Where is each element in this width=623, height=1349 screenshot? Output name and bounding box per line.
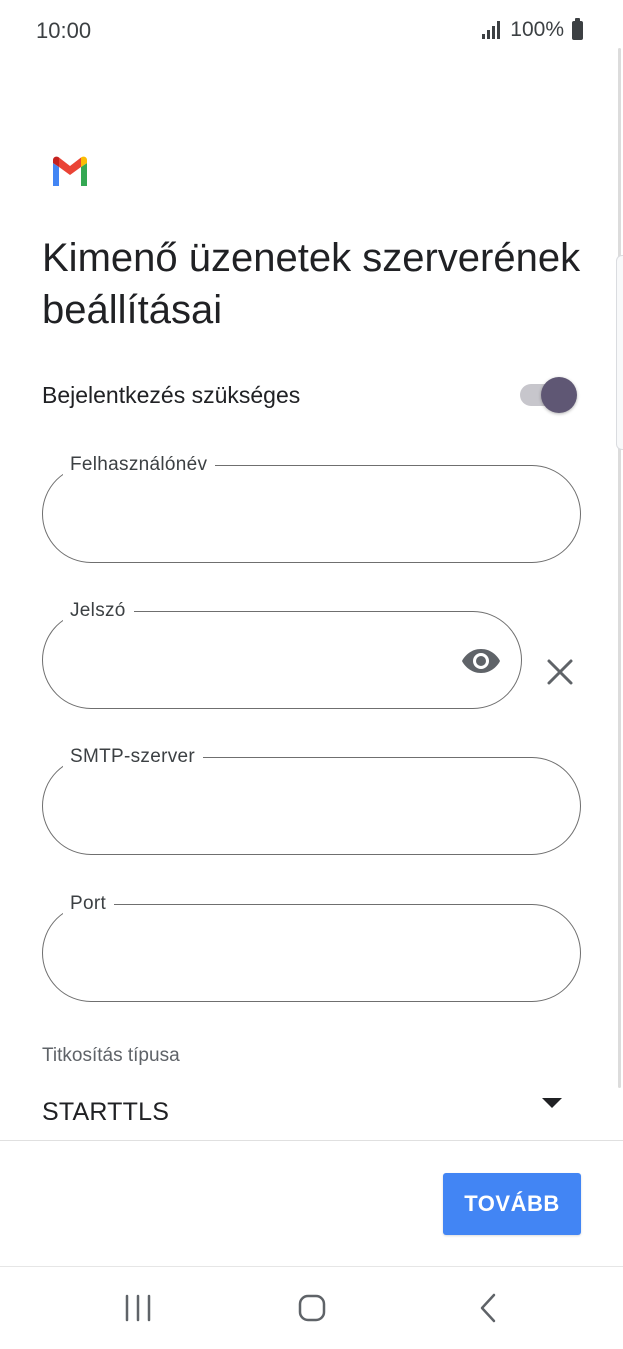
login-required-row: Bejelentkezés szükséges xyxy=(42,372,582,416)
password-label: Jelszó xyxy=(63,600,134,622)
page-title: Kimenő üzenetek szerverének beállításai xyxy=(42,236,581,332)
scrollbar-track xyxy=(618,48,621,1088)
smtp-server-input[interactable] xyxy=(71,786,447,826)
username-field[interactable]: Felhasználónév xyxy=(42,454,581,563)
port-label: Port xyxy=(63,893,115,915)
back-icon[interactable] xyxy=(458,1287,518,1329)
smtp-server-field[interactable]: SMTP-szerver xyxy=(42,746,581,855)
encryption-type-value: STARTTLS xyxy=(42,1098,170,1126)
username-input[interactable] xyxy=(71,494,447,534)
signal-icon xyxy=(482,21,501,39)
eye-icon[interactable] xyxy=(461,646,501,676)
port-field[interactable]: Port xyxy=(42,893,581,1002)
battery-percent: 100% xyxy=(510,18,564,41)
port-input[interactable] xyxy=(71,933,447,973)
dropdown-arrow-icon xyxy=(542,1098,562,1108)
navigation-bar xyxy=(0,1267,623,1349)
gmail-logo xyxy=(53,156,87,186)
login-required-label: Bejelentkezés szükséges xyxy=(42,382,301,408)
battery-icon xyxy=(572,17,583,40)
smtp-server-label: SMTP-szerver xyxy=(63,746,203,768)
footer-divider xyxy=(0,1140,623,1141)
username-label: Felhasználónév xyxy=(63,454,216,476)
home-icon[interactable] xyxy=(282,1287,342,1329)
password-field[interactable]: Jelszó xyxy=(42,600,522,709)
status-time: 10:00 xyxy=(36,18,92,43)
close-icon[interactable] xyxy=(546,658,574,686)
status-indicators: 100% xyxy=(482,17,583,42)
next-button[interactable]: TOVÁBB xyxy=(443,1173,581,1235)
login-required-toggle[interactable] xyxy=(520,372,578,416)
recents-icon[interactable] xyxy=(108,1287,168,1329)
encryption-type-dropdown[interactable]: STARTTLS xyxy=(42,1090,570,1134)
password-input[interactable] xyxy=(71,640,406,680)
status-bar: 10:00 100% xyxy=(0,0,623,60)
scrollbar-handle[interactable] xyxy=(616,255,623,450)
toggle-thumb xyxy=(541,377,577,413)
encryption-type-label: Titkosítás típusa xyxy=(42,1045,180,1066)
